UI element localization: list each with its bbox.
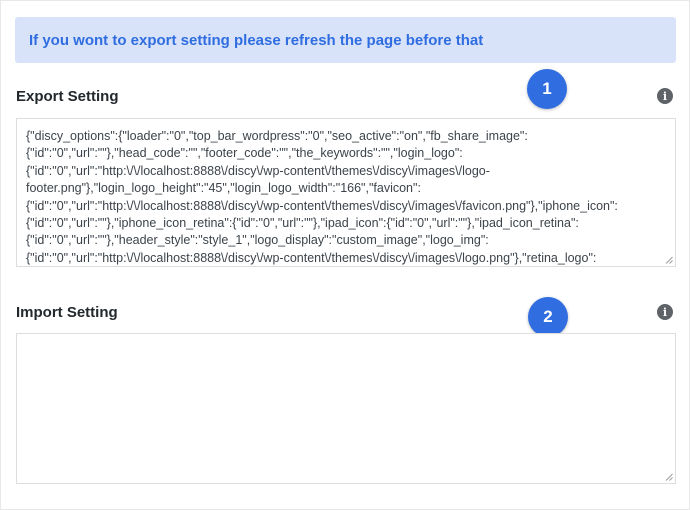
info-icon[interactable]: i xyxy=(657,88,673,104)
step-badge-1: 1 xyxy=(527,69,567,109)
resize-handle-icon[interactable] xyxy=(665,473,673,481)
export-notice: If you wont to export setting please ref… xyxy=(15,17,676,63)
import-setting-title: Import Setting xyxy=(16,304,118,321)
resize-handle-icon[interactable] xyxy=(665,256,673,264)
export-setting-textarea[interactable]: {"discy_options":{"loader":"0","top_bar_… xyxy=(16,118,676,267)
import-setting-textarea[interactable] xyxy=(16,333,676,484)
step-badge-2: 2 xyxy=(528,297,568,337)
settings-panel: If you wont to export setting please ref… xyxy=(0,0,690,510)
export-setting-title: Export Setting xyxy=(16,88,119,105)
export-setting-value[interactable]: {"discy_options":{"loader":"0","top_bar_… xyxy=(26,128,661,266)
export-notice-text: If you wont to export setting please ref… xyxy=(29,31,484,49)
info-icon[interactable]: i xyxy=(657,304,673,320)
import-setting-value[interactable] xyxy=(26,343,661,474)
